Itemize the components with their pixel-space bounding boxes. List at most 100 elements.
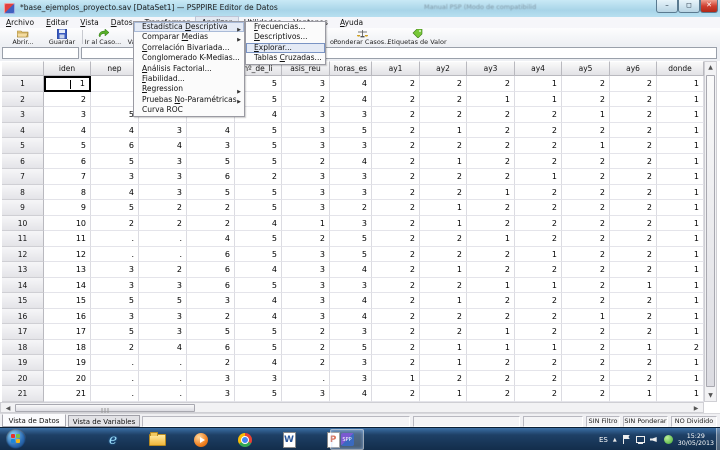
- grid-cell[interactable]: 2: [515, 370, 562, 386]
- grid-cell[interactable]: 5: [235, 184, 282, 200]
- grid-cell[interactable]: 5: [44, 138, 91, 154]
- grid-cell[interactable]: 2: [372, 76, 420, 92]
- grid-cell[interactable]: 3: [187, 386, 235, 402]
- grid-cell[interactable]: 2: [610, 293, 657, 309]
- row-header[interactable]: 4: [2, 122, 44, 138]
- grid-cell[interactable]: 2: [562, 324, 610, 340]
- media-player-icon[interactable]: [184, 429, 218, 450]
- grid-corner-header[interactable]: [2, 61, 44, 76]
- network-icon[interactable]: [635, 435, 645, 444]
- grid-cell[interactable]: 2: [562, 76, 610, 92]
- grid-cell[interactable]: 2: [515, 355, 562, 371]
- grid-cell[interactable]: 2: [467, 138, 515, 154]
- grid-cell[interactable]: 2: [467, 153, 515, 169]
- grid-cell[interactable]: 6: [187, 246, 235, 262]
- grid-cell[interactable]: 2: [139, 262, 187, 278]
- grid-cell[interactable]: 2: [467, 122, 515, 138]
- grid-cell[interactable]: 2: [562, 122, 610, 138]
- grid-cell[interactable]: 2: [515, 215, 562, 231]
- grid-cell[interactable]: 5: [235, 386, 282, 402]
- grid-cell[interactable]: 3: [282, 277, 330, 293]
- column-header-ay3[interactable]: ay3: [467, 61, 515, 76]
- menubar-item-archivo[interactable]: Archivo: [0, 17, 40, 28]
- grid-cell[interactable]: 5: [187, 184, 235, 200]
- grid-cell[interactable]: 3: [330, 355, 372, 371]
- grid-cell[interactable]: 1: [610, 339, 657, 355]
- grid-cell[interactable]: 2: [562, 355, 610, 371]
- grid-cell[interactable]: 4: [330, 91, 372, 107]
- grid-cell[interactable]: 5: [330, 339, 372, 355]
- grid-cell[interactable]: 2: [139, 200, 187, 216]
- grid-cell[interactable]: 2: [420, 277, 467, 293]
- toolbar-button-etiquetas-de-valor[interactable]: Etiquetas de Valor: [384, 28, 450, 46]
- grid-cell[interactable]: 1: [657, 324, 704, 340]
- grid-cell[interactable]: 5: [235, 339, 282, 355]
- action-center-flag-icon[interactable]: [622, 435, 631, 444]
- grid-cell[interactable]: 3: [187, 293, 235, 309]
- tab-vista-de-datos[interactable]: Vista de Datos: [2, 414, 66, 427]
- language-indicator[interactable]: ES: [599, 436, 608, 444]
- grid-cell[interactable]: 5: [235, 277, 282, 293]
- grid-cell[interactable]: [91, 91, 139, 107]
- grid-cell[interactable]: 5: [330, 122, 372, 138]
- row-header[interactable]: 19: [2, 355, 44, 371]
- toolbar-button-guardar[interactable]: Guardar: [43, 28, 81, 46]
- grid-cell[interactable]: 2: [187, 308, 235, 324]
- grid-cell[interactable]: 3: [187, 138, 235, 154]
- grid-cell[interactable]: 2: [372, 308, 420, 324]
- grid-cell[interactable]: 4: [187, 122, 235, 138]
- row-header[interactable]: 15: [2, 293, 44, 309]
- grid-cell[interactable]: 1: [610, 386, 657, 402]
- grid-cell[interactable]: 1: [657, 293, 704, 309]
- grid-cell[interactable]: 3: [282, 184, 330, 200]
- horizontal-scrollbar[interactable]: ◀ ▶: [0, 402, 704, 414]
- grid-cell[interactable]: 3: [282, 293, 330, 309]
- row-header[interactable]: 17: [2, 324, 44, 340]
- taskbar-clock[interactable]: 15:29 30/05/2013: [678, 433, 714, 447]
- tab-vista-de-variables[interactable]: Vista de Variables: [68, 415, 140, 427]
- grid-cell[interactable]: .: [139, 370, 187, 386]
- grid-cell[interactable]: 2: [610, 370, 657, 386]
- grid-cell[interactable]: 1: [467, 91, 515, 107]
- grid-cell[interactable]: 8: [44, 184, 91, 200]
- grid-cell[interactable]: 5: [91, 324, 139, 340]
- grid-cell[interactable]: 2: [372, 277, 420, 293]
- grid-cell[interactable]: 2: [420, 246, 467, 262]
- grid-cell[interactable]: 1: [657, 122, 704, 138]
- grid-cell[interactable]: 4: [91, 184, 139, 200]
- grid-cell[interactable]: 1: [657, 76, 704, 92]
- grid-cell[interactable]: 1: [657, 184, 704, 200]
- grid-cell[interactable]: 2: [282, 324, 330, 340]
- grid-cell[interactable]: 1: [562, 107, 610, 123]
- grid-cell[interactable]: 2: [610, 308, 657, 324]
- grid-cell[interactable]: 2: [467, 107, 515, 123]
- grid-cell[interactable]: 1: [657, 138, 704, 154]
- grid-cell[interactable]: 2: [515, 184, 562, 200]
- grid-cell[interactable]: 2: [420, 231, 467, 247]
- grid-cell[interactable]: 2: [562, 169, 610, 185]
- grid-cell[interactable]: 3: [330, 215, 372, 231]
- minimize-button[interactable]: –: [656, 0, 678, 13]
- grid-cell[interactable]: 5: [235, 324, 282, 340]
- grid-cell[interactable]: 2: [610, 215, 657, 231]
- grid-cell[interactable]: 1: [657, 200, 704, 216]
- submenu-item-explorar[interactable]: Explorar...: [246, 42, 325, 54]
- submenu-item-tablas-cruzadas[interactable]: Tablas Cruzadas...: [246, 53, 325, 63]
- menubar-item-editar[interactable]: Editar: [40, 17, 74, 28]
- word-document-icon[interactable]: W: [272, 429, 306, 450]
- grid-cell[interactable]: 2: [515, 231, 562, 247]
- column-header-ay5[interactable]: ay5: [562, 61, 610, 76]
- grid-cell[interactable]: 6: [187, 262, 235, 278]
- grid-cell[interactable]: 4: [235, 293, 282, 309]
- grid-cell[interactable]: 2: [562, 231, 610, 247]
- grid-cell[interactable]: 4: [91, 122, 139, 138]
- grid-cell[interactable]: .: [139, 386, 187, 402]
- grid-cell[interactable]: 4: [235, 308, 282, 324]
- grid-cell[interactable]: 3: [235, 370, 282, 386]
- grid-cell[interactable]: 3: [330, 107, 372, 123]
- grid-cell[interactable]: 2: [372, 91, 420, 107]
- grid-cell[interactable]: 2: [420, 184, 467, 200]
- volume-icon[interactable]: [649, 435, 659, 444]
- submenu-item-descriptivos[interactable]: Descriptivos...: [246, 32, 325, 42]
- menu-item-conglomerado-k-medias[interactable]: Conglomerado K-Medias...: [134, 53, 244, 63]
